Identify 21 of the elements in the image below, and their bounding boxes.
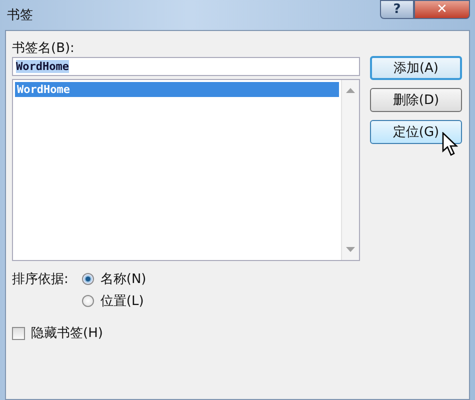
radio-label: 位置(L) [100,293,144,310]
radio-option[interactable]: 位置(L) [82,292,146,310]
dialog-button[interactable]: 添加(A) [370,56,462,80]
checkbox[interactable] [12,326,25,340]
field-label: 书签名(B): [12,40,76,57]
mouse-pointer-icon [442,132,458,156]
scrollbar[interactable] [341,80,359,260]
help-button[interactable]: ? [380,0,414,19]
checkbox-label: 隐藏书签(H) [31,325,103,342]
radio-button[interactable] [82,273,94,285]
radio-label: 名称(N) [100,271,146,288]
radio-button[interactable] [82,295,94,307]
dialog-button[interactable]: 定位(G) [370,120,462,144]
scroll-up-icon[interactable] [346,88,355,93]
radio-option[interactable]: 名称(N) [82,270,146,288]
dialog-button[interactable]: 删除(D) [370,88,462,112]
list-item[interactable]: WordHome [15,82,339,97]
bookmark-name-field[interactable]: WordHome [12,57,360,76]
scroll-down-icon[interactable] [346,247,355,252]
sort-label: 排序依据: [12,271,68,288]
window-title: 书签 [7,7,33,24]
